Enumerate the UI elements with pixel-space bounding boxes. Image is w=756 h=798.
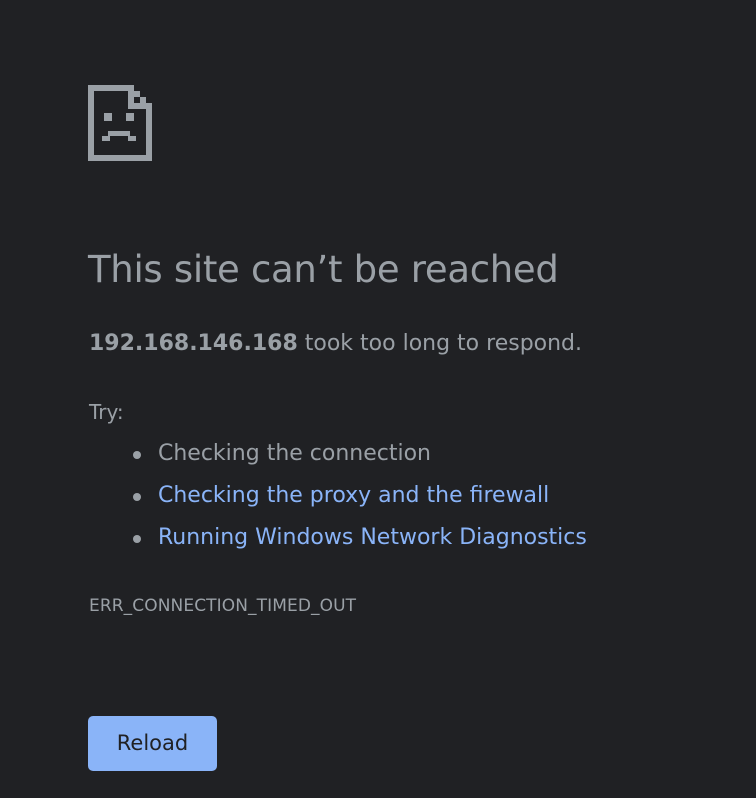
sad-page-icon — [88, 85, 152, 161]
suggestion-check-connection: Checking the connection — [158, 441, 432, 466]
host-address: 192.168.146.168 — [89, 331, 298, 356]
bullet-icon — [133, 493, 141, 501]
suggestion-item: Running Windows Network Diagnostics — [133, 519, 587, 561]
suggestions-list: Checking the connection Checking the pro… — [133, 435, 587, 561]
error-page: This site can’t be reached 192.168.146.1… — [0, 0, 756, 798]
suggestion-item: Checking the connection — [133, 435, 587, 477]
error-summary: 192.168.146.168 took too long to respond… — [89, 328, 582, 360]
suggestion-link-network-diagnostics[interactable]: Running Windows Network Diagnostics — [158, 525, 587, 550]
error-code: ERR_CONNECTION_TIMED_OUT — [89, 596, 357, 616]
page-title: This site can’t be reached — [88, 248, 559, 291]
summary-text: took too long to respond. — [297, 331, 583, 356]
reload-button[interactable]: Reload — [88, 716, 217, 771]
bullet-icon — [133, 535, 141, 543]
bullet-icon — [133, 451, 141, 459]
suggestion-link-proxy-firewall[interactable]: Checking the proxy and the firewall — [158, 483, 549, 508]
suggestion-item: Checking the proxy and the firewall — [133, 477, 587, 519]
try-label: Try: — [89, 400, 124, 424]
